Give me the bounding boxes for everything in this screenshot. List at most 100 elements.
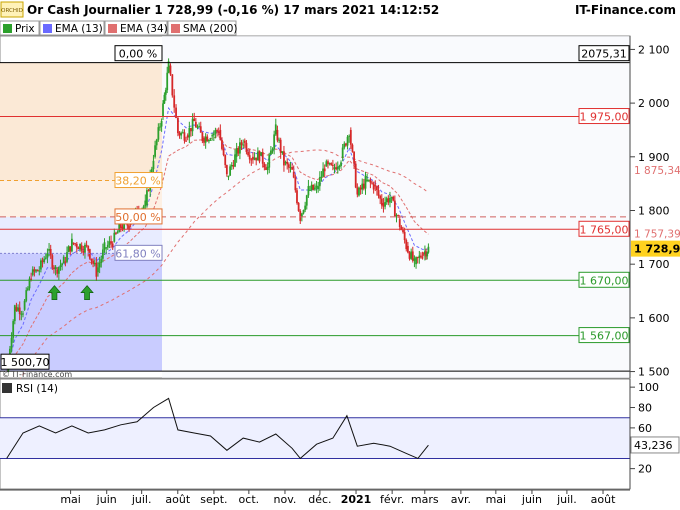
candle-body (420, 255, 422, 258)
candle-body (162, 103, 164, 117)
low-label: 1 500,70 (1, 356, 50, 369)
candle-body (103, 242, 106, 250)
candle-body (157, 127, 160, 140)
candle-body (315, 185, 318, 188)
candle-body (152, 160, 155, 170)
candle-body (15, 307, 18, 311)
candle-body (279, 139, 282, 153)
candle-body (384, 201, 386, 207)
candle-body (198, 126, 201, 128)
candle-body (335, 167, 338, 170)
candle-body (82, 250, 85, 253)
candle-body (230, 164, 233, 167)
candle-body (51, 255, 54, 268)
candle-body (227, 175, 230, 178)
candle-body (43, 258, 46, 263)
candle-body (358, 187, 360, 196)
candle-body (59, 265, 62, 268)
candle-body (392, 196, 395, 201)
candle-body (105, 247, 108, 249)
candle-body (242, 144, 245, 146)
candle-body (239, 142, 241, 154)
candle-body (364, 175, 367, 189)
candle-body (80, 245, 83, 251)
candle-body (49, 248, 52, 256)
candle-body (36, 269, 39, 272)
candle-body (208, 140, 210, 142)
rsi-swatch (2, 383, 12, 393)
candle-body (318, 177, 321, 187)
candle-body (331, 165, 334, 167)
candle-body (171, 74, 174, 96)
candle-body (369, 179, 372, 183)
candle-body (116, 232, 119, 234)
candle-body (211, 135, 214, 137)
candle-body (260, 152, 263, 156)
candle-body (299, 210, 302, 221)
candle-body (185, 140, 187, 142)
time-tick-label: mai (486, 493, 507, 506)
candle-body (144, 200, 147, 207)
candle-body (199, 126, 202, 133)
candle-body (180, 132, 183, 136)
candle-body (79, 243, 81, 250)
candle-body (255, 157, 258, 161)
candle-body (274, 124, 277, 135)
candle-body (164, 90, 167, 95)
candle-body (240, 142, 243, 145)
time-tick-label: août (165, 493, 190, 506)
candle-body (361, 183, 364, 190)
candle-body (265, 167, 267, 170)
candle-body (305, 195, 308, 206)
candle-body (271, 149, 274, 151)
candle-body (377, 190, 380, 196)
rsi-last-label: 43,236 (634, 439, 673, 452)
candle-body (147, 190, 150, 192)
chart-title: Or Cash Journalier 1 728,99 (-0,16 %) 17… (27, 3, 439, 17)
price-tick-label: 2 000 (638, 97, 670, 110)
price-panel: 1 975,00 1 765,00 1 670,00 1 567,00 0,00 % 3… (0, 35, 680, 421)
candle-body (186, 135, 189, 138)
time-tick-label: déc. (308, 493, 331, 506)
candle-body (111, 243, 114, 247)
legend-swatch-ema34 (108, 24, 117, 33)
candle-body (44, 257, 47, 259)
candle-body (56, 269, 59, 274)
candle-body (343, 143, 346, 148)
candle-body (366, 179, 369, 181)
candle-body (196, 126, 199, 128)
candle-body (387, 198, 390, 203)
candle-body (22, 313, 24, 315)
candle-body (25, 290, 28, 301)
candle-body (214, 130, 217, 134)
candle-body (341, 147, 344, 158)
candle-body (229, 166, 232, 176)
price-tick-label: 1 900 (638, 151, 670, 164)
candle-body (237, 148, 240, 154)
candle-body (421, 257, 424, 259)
time-tick-label: juin (96, 493, 117, 506)
candle-body (169, 65, 172, 75)
rsi-tick-label: 20 (638, 463, 652, 476)
candle-body (232, 164, 235, 167)
brand-label: IT-Finance.com (575, 3, 676, 17)
candle-body (74, 243, 77, 245)
candle-body (263, 163, 266, 168)
time-tick-label: juil. (131, 493, 152, 506)
candle-body (256, 151, 259, 161)
candle-body (235, 148, 238, 157)
rsi-zone (0, 417, 630, 459)
right-shade (162, 36, 630, 378)
candle-body (410, 251, 413, 259)
candle-body (426, 252, 429, 257)
candle-body (222, 148, 225, 155)
time-tick-label: oct. (239, 493, 260, 506)
candle-body (291, 167, 293, 170)
candle-body (278, 139, 280, 141)
candle-body (362, 183, 365, 189)
price-tick-label: 1 800 (638, 204, 670, 217)
candle-body (146, 190, 148, 206)
candle-body (427, 246, 430, 253)
candle-body (403, 232, 406, 241)
candle-body (276, 129, 279, 141)
